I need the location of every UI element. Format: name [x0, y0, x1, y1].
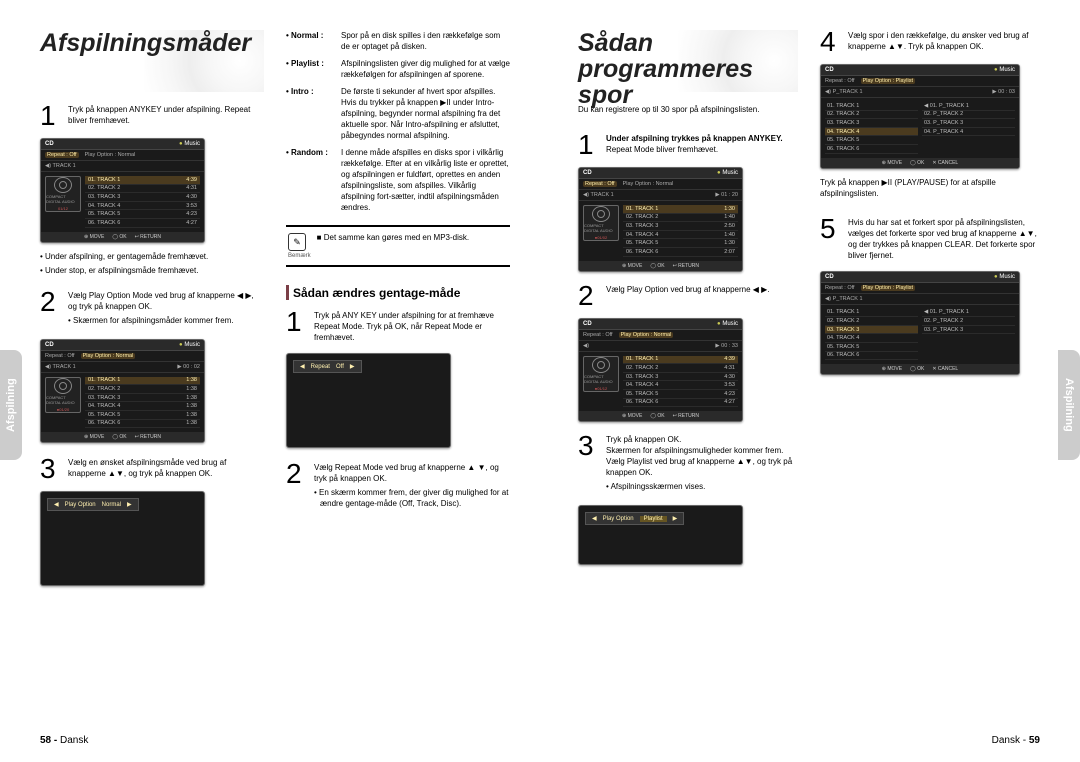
step-number: 5 [820, 217, 840, 261]
right-col-2: 4 Vælg spor i den rækkefølge, du ønsker … [820, 30, 1040, 573]
def-term: • Random : [286, 147, 341, 213]
title-block: Sådan programmeres spor [578, 30, 798, 92]
screenshot-cd-playoption: CD● Music Repeat : OffPlay Option : Norm… [40, 339, 205, 444]
def-desc: Spor på en disk spilles i den rækkefølge… [341, 30, 510, 52]
cd-label: COMPACT DIGITAL AUDIO [46, 194, 80, 204]
definition-list: • Normal :Spor på en disk spilles i den … [286, 30, 510, 213]
page-footer: 58 - Dansk [40, 735, 88, 746]
step-2: 2 Vælg Play Option Mode ved brug af knap… [40, 290, 264, 329]
step-text: Tryk på knappen OK. [606, 435, 681, 444]
play-option-indicator: Play Option : Normal [85, 152, 136, 158]
step-number: 2 [40, 290, 60, 329]
hdr-cd: CD [45, 141, 54, 147]
cd-count: 01/12 [58, 206, 68, 211]
screenshot-playlist-4items: CD● Music Repeat : OffPlay Option : Play… [820, 64, 1020, 169]
track-list: 01. TRACK 14:39 02. TRACK 24:31 03. TRAC… [85, 176, 200, 228]
step-text: Hvis du har sat et forkert spor på afspi… [848, 217, 1040, 261]
repeat-step-1: 1 Tryk på ANY KEY under afspilning for a… [286, 310, 510, 343]
screenshot-play-option-normal: ◀Play OptionNormal▶ [40, 491, 205, 586]
step-text: Tryk på ANY KEY under afspilning for at … [314, 310, 510, 343]
cd-icon: COMPACT DIGITAL AUDIO 01/12 [45, 176, 81, 212]
step4-sub: Tryk på knappen ▶II (PLAY/PAUSE) for at … [820, 177, 1040, 199]
step-text: Vælg Play Option Mode ved brug af knappe… [68, 291, 254, 311]
step-number: 2 [578, 284, 598, 308]
bullet-under-stop: Under stop, er afspilningsmåde fremhævet… [40, 265, 264, 276]
step-text: Skærmen for afspilningsmuligheder kommer… [606, 446, 792, 477]
step-text: Tryk på knappen ANYKEY under afspilning.… [68, 104, 264, 128]
step-text: Vælg spor i den rækkefølge, du ønsker ve… [848, 30, 1040, 54]
screenshot-cd-repeat-off-2: CD● Music Repeat : OffPlay Option : Norm… [578, 167, 743, 272]
page-title: Afspilningsmåder [40, 30, 264, 56]
step-1: 1 Tryk på knappen ANYKEY under afspilnin… [40, 104, 264, 128]
def-term: • Intro : [286, 86, 341, 141]
repeat-step-2: 2 Vælg Repeat Mode ved brug af knapperne… [286, 462, 510, 512]
screenshot-cd-play-option-hl: CD● Music Repeat : OffPlay Option : Norm… [578, 318, 743, 423]
hdr-music: Music [184, 141, 200, 147]
title-block: Afspilningsmåder [40, 30, 264, 92]
side-tab-afspilning: Afspilning [0, 350, 22, 460]
left-col-1: Afspilningsmåder 1 Tryk på knappen ANYKE… [40, 30, 264, 594]
note-box: ✎ Bemærk ■ Det samme kan gøres med en MP… [286, 225, 510, 267]
prog-step-1: 1 Under afspilning trykkes på knappen AN… [578, 133, 798, 157]
repeat-indicator: Repeat : Off [45, 152, 79, 158]
step-text: Vælg Repeat Mode ved brug af knapperne ▲… [314, 463, 499, 483]
step-3: 3 Vælg en ønsket afspilningsmåde ved bru… [40, 457, 264, 481]
prog-step-3: 3 Tryk på knappen OK. Skærmen for afspil… [578, 434, 798, 495]
page-59: Afspilning Sådan programmeres spor Du ka… [540, 0, 1080, 762]
screenshot-play-option-playlist: ◀Play OptionPlaylist▶ [578, 505, 743, 565]
step-number: 3 [578, 434, 598, 495]
prog-step-2: 2 Vælg Play Option ved brug af knapperne… [578, 284, 798, 308]
step-number: 1 [286, 310, 306, 343]
sub-title-repeat-mode: Sådan ændres gentage-måde [286, 285, 510, 300]
right-col-1: Sådan programmeres spor Du kan registrer… [578, 30, 798, 573]
def-term: • Normal : [286, 30, 341, 52]
bullet-under-afspilning: Under afspilning, er gentagemåde fremhæv… [40, 251, 264, 262]
step-number: 1 [578, 133, 598, 157]
def-desc: De første ti sekunder af hvert spor afsp… [341, 86, 510, 141]
page-title: Sådan programmeres spor [578, 30, 798, 108]
step-number: 1 [40, 104, 60, 128]
step-sub-bullet: Afspilningsskærmen vises. [606, 481, 798, 492]
step-number: 2 [286, 462, 306, 512]
step-sub-bullet: En skærm kommer frem, der giver dig muli… [314, 487, 510, 509]
step-text-bold: Under afspilning trykkes på knappen ANYK… [606, 134, 783, 143]
def-desc: I denne måde afspilles en disks spor i v… [341, 147, 510, 213]
def-term: • Playlist : [286, 58, 341, 80]
step-number: 4 [820, 30, 840, 54]
screenshot-repeat-off: ◀RepeatOff▶ [286, 353, 451, 448]
prog-step-4: 4 Vælg spor i den rækkefølge, du ønsker … [820, 30, 1040, 54]
side-tab-afspilning: Afspilning [1058, 350, 1080, 460]
step-text: Repeat Mode bliver fremhævet. [606, 145, 718, 154]
left-col-2: • Normal :Spor på en disk spilles i den … [286, 30, 510, 594]
screenshot-cd-repeat-off: CD● Music Repeat : OffPlay Option : Norm… [40, 138, 205, 243]
step-text: Vælg en ønsket afspilningsmåde ved brug … [68, 457, 264, 481]
step-number: 3 [40, 457, 60, 481]
step-sub-bullet: Skærmen for afspilningsmåder kommer frem… [68, 315, 264, 326]
page-58: Afspilning Afspilningsmåder 1 Tryk på kn… [0, 0, 540, 762]
screenshot-playlist-3items: CD● Music Repeat : OffPlay Option : Play… [820, 271, 1020, 376]
step-text: Vælg Play Option ved brug af knapperne ◀… [606, 284, 798, 308]
page-footer: Dansk - 59 [992, 735, 1040, 746]
track-indicator: ◀) TRACK 1 [45, 163, 76, 169]
note-text: Det samme kan gøres med en MP3-disk. [324, 233, 469, 242]
def-desc: Afspilningslisten giver dig mulighed for… [341, 58, 510, 80]
note-icon: ✎ [288, 233, 306, 251]
prog-step-5: 5 Hvis du har sat et forkert spor på afs… [820, 217, 1040, 261]
note-caption: Bemærk [288, 253, 311, 259]
